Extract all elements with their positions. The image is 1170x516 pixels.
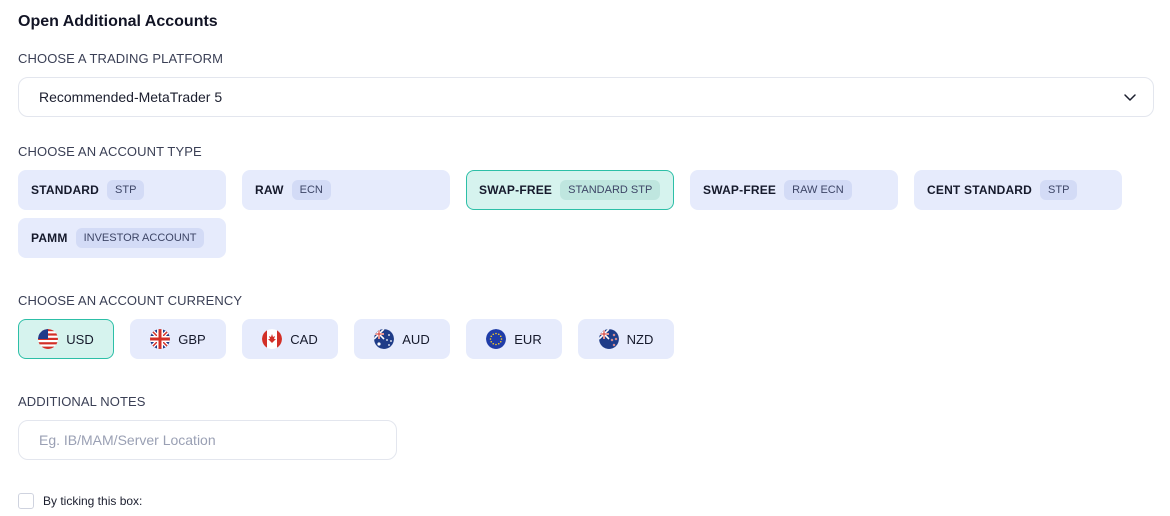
uk-flag-icon [150, 329, 171, 349]
platform-select[interactable]: Recommended-MetaTrader 5 [18, 77, 1154, 117]
currency-option-usd[interactable]: USD [18, 319, 114, 359]
canada-flag-icon [262, 329, 283, 349]
account-type-tag: INVESTOR ACCOUNT [75, 228, 205, 248]
account-type-option-cent-standard-stp[interactable]: CENT STANDARD STP [914, 170, 1122, 210]
currency-section-label: CHOOSE AN ACCOUNT CURRENCY [18, 293, 243, 308]
currency-option-eur[interactable]: EUR [466, 319, 562, 359]
new-zealand-flag-icon [598, 329, 619, 349]
page-title: Open Additional Accounts [18, 13, 218, 30]
chevron-down-icon [1124, 94, 1136, 101]
currency-code: EUR [514, 331, 542, 347]
account-type-name: SWAP-FREE [479, 183, 553, 197]
currency-code: GBP [178, 331, 206, 347]
open-accounts-form: Open Additional Accounts CHOOSE A TRADIN… [0, 0, 1170, 516]
currency-code: AUD [402, 331, 430, 347]
consent-checkbox[interactable] [18, 493, 34, 509]
us-flag-icon [38, 329, 59, 349]
account-type-name: SWAP-FREE [703, 183, 777, 197]
account-type-section-label: CHOOSE AN ACCOUNT TYPE [18, 144, 202, 159]
account-type-option-standard-stp[interactable]: STANDARD STP [18, 170, 226, 210]
australia-flag-icon [374, 329, 395, 349]
additional-notes-input[interactable] [18, 420, 397, 460]
account-type-name: STANDARD [31, 183, 100, 197]
consent-row: By ticking this box: [18, 493, 142, 509]
account-type-option-raw-ecn[interactable]: RAW ECN [242, 170, 450, 210]
currency-option-gbp[interactable]: GBP [130, 319, 226, 359]
account-type-option-swap-free-raw-ecn[interactable]: SWAP-FREE RAW ECN [690, 170, 898, 210]
platform-select-value: Recommended-MetaTrader 5 [39, 89, 223, 105]
account-type-tag: STANDARD STP [560, 180, 661, 200]
currency-option-cad[interactable]: CAD [242, 319, 338, 359]
currency-code: USD [66, 331, 94, 347]
platform-section-label: CHOOSE A TRADING PLATFORM [18, 51, 223, 66]
account-type-tag: STP [107, 180, 145, 200]
notes-section-label: ADDITIONAL NOTES [18, 394, 146, 409]
consent-label: By ticking this box: [43, 494, 143, 508]
account-type-name: RAW [255, 183, 284, 197]
account-type-name: PAMM [31, 231, 68, 245]
account-type-option-swap-free-standard-stp[interactable]: SWAP-FREE STANDARD STP [466, 170, 674, 210]
currency-code: NZD [626, 331, 654, 347]
currency-option-nzd[interactable]: NZD [578, 319, 674, 359]
eu-flag-icon [486, 329, 507, 349]
account-type-tag: ECN [291, 180, 331, 200]
account-type-option-pamm-investor[interactable]: PAMM INVESTOR ACCOUNT [18, 218, 226, 258]
currency-option-aud[interactable]: AUD [354, 319, 450, 359]
currency-code: CAD [290, 331, 318, 347]
account-type-name: CENT STANDARD [927, 183, 1033, 197]
account-type-tag: RAW ECN [784, 180, 852, 200]
account-type-tag: STP [1040, 180, 1078, 200]
